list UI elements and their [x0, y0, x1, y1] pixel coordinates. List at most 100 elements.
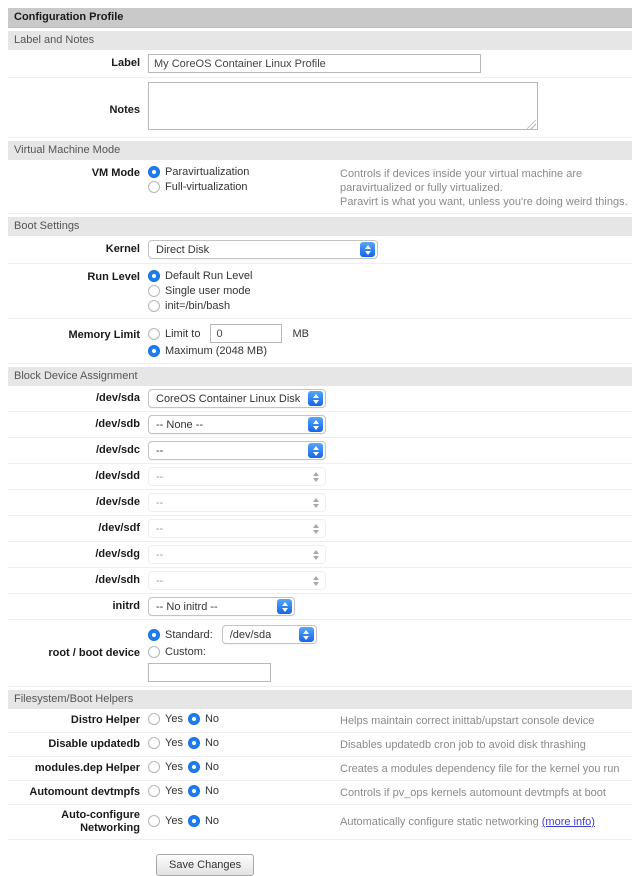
radio-disable-updatedb-no[interactable]	[188, 737, 200, 749]
section-virtual-machine-mode: Virtual Machine Mode	[8, 141, 632, 160]
initrd-row: initrd -- No initrd --	[8, 594, 632, 620]
memory-limit-input[interactable]	[210, 324, 282, 343]
run-level-option-label: Single user mode	[165, 284, 251, 298]
yes-label: Yes	[165, 737, 183, 749]
section-boot-settings: Boot Settings	[8, 217, 632, 236]
kernel-select-value: Direct Disk	[156, 244, 209, 256]
dev-sdb-select-value: -- None --	[156, 419, 203, 431]
yes-label: Yes	[165, 713, 183, 725]
no-label: No	[205, 785, 219, 797]
radio-automount-devtmpfs-yes[interactable]	[148, 785, 160, 797]
auto-configure-networking-label: Auto-configure Networking	[8, 809, 148, 835]
dev-sde-row: /dev/sde --	[8, 490, 632, 516]
dev-sdb-label: /dev/sdb	[8, 415, 148, 431]
root-standard-label: Standard:	[165, 628, 213, 642]
select-stepper-icon	[308, 443, 323, 458]
page-title: Configuration Profile	[8, 8, 632, 28]
root-standard-option[interactable]: Standard: /dev/sda	[148, 625, 388, 644]
radio-full-virtualization[interactable]	[148, 181, 160, 193]
dev-sdb-select[interactable]: -- None --	[148, 415, 326, 434]
initrd-select-value: -- No initrd --	[156, 601, 218, 613]
vm-mode-option-label: Full-virtualization	[165, 180, 248, 194]
run-level-option-default[interactable]: Default Run Level	[148, 269, 388, 283]
radio-auto-configure-no[interactable]	[188, 815, 200, 827]
dev-sdc-label: /dev/sdc	[8, 441, 148, 457]
radio-memory-maximum[interactable]	[148, 345, 160, 357]
radio-root-standard[interactable]	[148, 629, 160, 641]
vm-mode-option-paravirtualization[interactable]: Paravirtualization	[148, 165, 340, 179]
dev-sda-select[interactable]: CoreOS Container Linux Disk	[148, 389, 326, 408]
radio-distro-helper-yes[interactable]	[148, 713, 160, 725]
radio-default-run-level[interactable]	[148, 270, 160, 282]
no-label: No	[205, 761, 219, 773]
dev-sdh-select-value: --	[156, 575, 163, 587]
radio-memory-limit-to[interactable]	[148, 328, 160, 340]
dev-sdd-select: --	[148, 467, 326, 486]
run-level-option-label: init=/bin/bash	[165, 299, 230, 313]
run-level-option-single-user[interactable]: Single user mode	[148, 284, 388, 298]
vm-mode-option-label: Paravirtualization	[165, 165, 249, 179]
memory-limit-option[interactable]: Limit to MB	[148, 324, 388, 343]
run-level-option-init-bash[interactable]: init=/bin/bash	[148, 299, 388, 313]
radio-distro-helper-no[interactable]	[188, 713, 200, 725]
vm-mode-row: VM Mode Paravirtualization Full-virtuali…	[8, 160, 632, 214]
distro-helper-label: Distro Helper	[8, 713, 148, 727]
radio-single-user-mode[interactable]	[148, 285, 160, 297]
dev-sdh-row: /dev/sdh --	[8, 568, 632, 594]
dev-sdg-label: /dev/sdg	[8, 545, 148, 561]
initrd-label: initrd	[8, 597, 148, 613]
radio-root-custom[interactable]	[148, 646, 160, 658]
dev-sdf-select: --	[148, 519, 326, 538]
dev-sdh-label: /dev/sdh	[8, 571, 148, 587]
dev-sde-select: --	[148, 493, 326, 512]
select-stepper-icon	[299, 627, 314, 642]
root-device-select-value: /dev/sda	[230, 628, 272, 642]
yes-label: Yes	[165, 785, 183, 797]
root-boot-device-label: root / boot device	[8, 647, 148, 660]
dev-sdd-select-value: --	[156, 471, 163, 483]
dev-sdd-label: /dev/sdd	[8, 467, 148, 483]
no-label: No	[205, 737, 219, 749]
more-info-link[interactable]: (more info)	[542, 816, 595, 828]
auto-configure-networking-help: Automatically configure static networkin…	[340, 815, 632, 829]
save-changes-button[interactable]: Save Changes	[156, 854, 254, 876]
select-stepper-icon	[308, 469, 323, 484]
root-boot-device-row: root / boot device Standard: /dev/sda Cu…	[8, 620, 632, 687]
vm-mode-option-full-virtualization[interactable]: Full-virtualization	[148, 180, 340, 194]
auto-configure-networking-row: Auto-configure Networking Yes No Automat…	[8, 805, 632, 840]
auto-configure-help-text: Automatically configure static networkin…	[340, 816, 542, 828]
section-label-and-notes: Label and Notes	[8, 31, 632, 50]
distro-helper-row: Distro Helper Yes No Helps maintain corr…	[8, 709, 632, 733]
radio-modules-dep-no[interactable]	[188, 761, 200, 773]
memory-maximum-option[interactable]: Maximum (2048 MB)	[148, 344, 388, 358]
select-stepper-icon	[308, 391, 323, 406]
dev-sdf-row: /dev/sdf --	[8, 516, 632, 542]
memory-unit-label: MB	[292, 327, 309, 341]
root-device-select[interactable]: /dev/sda	[222, 625, 317, 644]
kernel-label: Kernel	[8, 240, 148, 256]
radio-auto-configure-yes[interactable]	[148, 815, 160, 827]
root-custom-option[interactable]: Custom:	[148, 645, 388, 659]
dev-sda-label: /dev/sda	[8, 389, 148, 405]
root-custom-input[interactable]	[148, 663, 271, 682]
radio-modules-dep-yes[interactable]	[148, 761, 160, 773]
kernel-select[interactable]: Direct Disk	[148, 240, 378, 259]
radio-init-bash[interactable]	[148, 300, 160, 312]
run-level-row: Run Level Default Run Level Single user …	[8, 264, 632, 319]
dev-sdc-select[interactable]: --	[148, 441, 326, 460]
select-stepper-icon	[308, 573, 323, 588]
no-label: No	[205, 815, 219, 827]
dev-sde-label: /dev/sde	[8, 493, 148, 509]
radio-disable-updatedb-yes[interactable]	[148, 737, 160, 749]
dev-sdc-row: /dev/sdc --	[8, 438, 632, 464]
disable-updatedb-label: Disable updatedb	[8, 737, 148, 751]
label-field-label: Label	[8, 54, 148, 70]
modules-dep-helper-label: modules.dep Helper	[8, 761, 148, 775]
automount-devtmpfs-label: Automount devtmpfs	[8, 785, 148, 799]
radio-automount-devtmpfs-no[interactable]	[188, 785, 200, 797]
notes-textarea[interactable]	[148, 82, 538, 130]
initrd-select[interactable]: -- No initrd --	[148, 597, 295, 616]
dev-sda-select-value: CoreOS Container Linux Disk	[156, 393, 300, 405]
select-stepper-icon	[308, 547, 323, 562]
radio-paravirtualization[interactable]	[148, 166, 160, 178]
